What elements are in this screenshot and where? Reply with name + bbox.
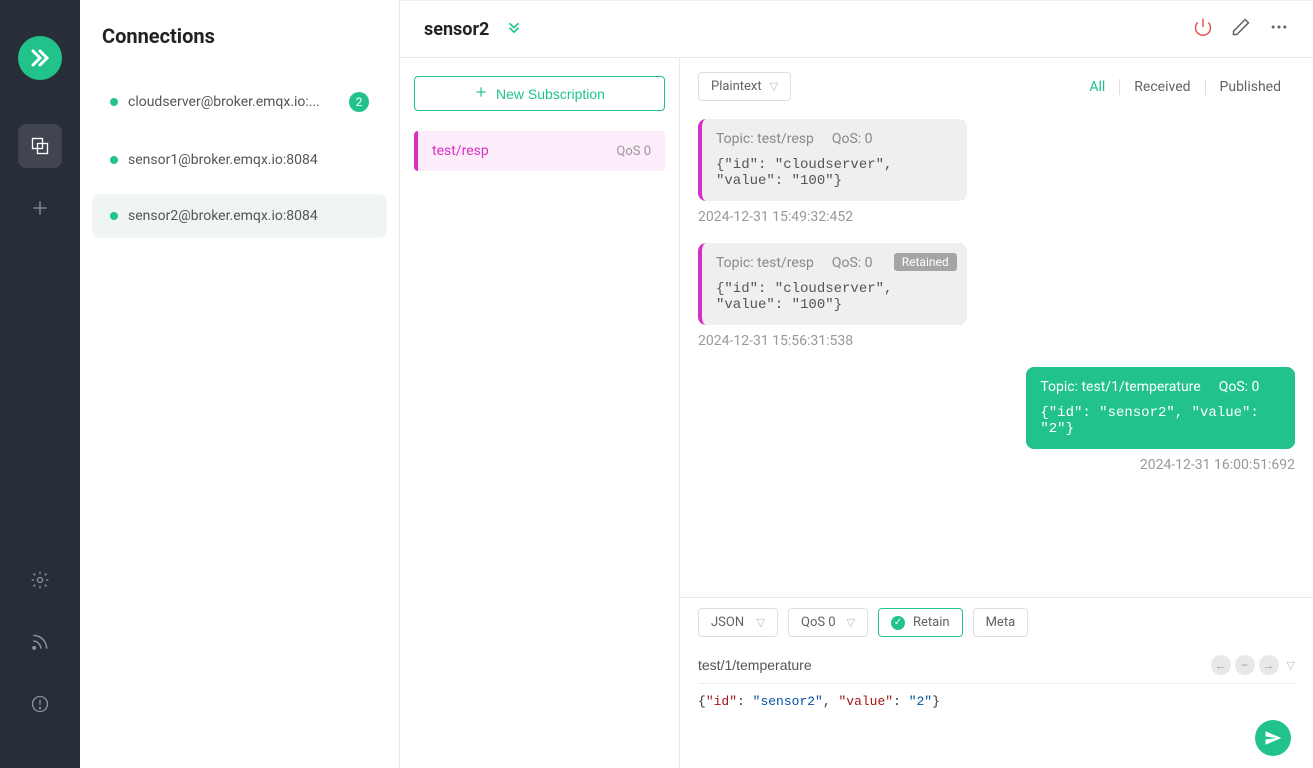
status-dot-icon — [110, 98, 118, 106]
app-logo — [18, 36, 62, 80]
message-payload: {"id": "cloudserver", "value": "100"} — [716, 281, 953, 313]
expand-down-icon[interactable] — [505, 18, 523, 40]
connections-title: Connections — [80, 24, 399, 72]
send-button[interactable] — [1255, 720, 1291, 756]
messages-area: Plaintext ▽ All Received Published Topic… — [680, 58, 1313, 768]
message-list[interactable]: Topic: test/resp QoS: 0 {"id": "cloudserve… — [680, 115, 1313, 597]
message-qos: QoS: 0 — [832, 255, 873, 271]
message-topic: Topic: test/resp — [716, 255, 814, 271]
nav-info-icon[interactable] — [18, 682, 62, 726]
message-payload: {"id": "cloudserver", "value": "100"} — [716, 157, 953, 189]
publish-format-label: JSON — [711, 615, 744, 630]
connection-item[interactable]: sensor1@broker.emqx.io:8084 — [92, 138, 387, 182]
retained-badge: Retained — [894, 253, 957, 271]
retain-label: Retain — [913, 615, 950, 630]
connection-name: sensor2@broker.emqx.io:8084 — [128, 208, 318, 224]
message-topic: Topic: test/resp — [716, 131, 814, 147]
message-qos: QoS: 0 — [832, 131, 873, 147]
message-timestamp: 2024-12-31 16:00:51:692 — [1026, 457, 1295, 473]
filter-tab-received[interactable]: Received — [1119, 79, 1204, 95]
nav-feed-icon[interactable] — [18, 620, 62, 664]
history-stop-icon[interactable]: – — [1235, 655, 1255, 675]
main-panel: sensor2 — [400, 0, 1313, 768]
message-timestamp: 2024-12-31 15:56:31:538 — [698, 333, 967, 349]
nav-connections-icon[interactable] — [18, 124, 62, 168]
chevron-down-icon[interactable]: ▽ — [1287, 659, 1295, 672]
nav-settings-icon[interactable] — [18, 558, 62, 602]
unread-badge: 2 — [349, 92, 369, 112]
message-payload: {"id": "sensor2", "value": "2"} — [1040, 405, 1281, 437]
message-bubble: Topic: test/resp QoS: 0 {"id": "cloudserve… — [698, 119, 967, 201]
message-bubble: Topic: test/1/temperature QoS: 0 {"id": "s… — [1026, 367, 1295, 449]
connection-item[interactable]: sensor2@broker.emqx.io:8084 — [92, 194, 387, 238]
message-item[interactable]: Topic: test/resp QoS: 0 {"id": "cloudserve… — [698, 119, 967, 225]
message-qos: QoS: 0 — [1219, 379, 1260, 395]
connections-sidebar: Connections cloudserver@broker.emqx.io:.… — [80, 0, 400, 768]
more-icon[interactable] — [1269, 17, 1289, 41]
status-dot-icon — [110, 156, 118, 164]
publish-qos-label: QoS 0 — [801, 615, 836, 630]
new-subscription-label: New Subscription — [496, 86, 605, 102]
message-item[interactable]: Topic: test/resp QoS: 0 Retained {"id": "cl… — [698, 243, 967, 349]
publish-panel: JSON ▽ QoS 0 ▽ ✓ Retain Meta — [680, 597, 1313, 768]
history-next-icon[interactable]: → — [1259, 655, 1279, 675]
connection-name: cloudserver@broker.emqx.io:... — [128, 94, 320, 110]
chevron-down-icon: ▽ — [847, 616, 855, 629]
publish-payload-editor[interactable]: {"id": "sensor2", "value": "2"} — [698, 690, 1295, 750]
new-subscription-button[interactable]: New Subscription — [414, 76, 665, 111]
filter-tab-published[interactable]: Published — [1205, 79, 1295, 95]
subscriptions-panel: New Subscription test/resp QoS 0 — [400, 58, 680, 768]
filter-tab-all[interactable]: All — [1075, 79, 1119, 95]
connection-item[interactable]: cloudserver@broker.emqx.io:... 2 — [92, 78, 387, 126]
check-icon: ✓ — [891, 616, 905, 630]
history-prev-icon[interactable]: ← — [1211, 655, 1231, 675]
message-topic: Topic: test/1/temperature — [1040, 379, 1200, 395]
payload-format-select[interactable]: Plaintext ▽ — [698, 72, 791, 101]
connection-name: sensor1@broker.emqx.io:8084 — [128, 152, 318, 168]
subscription-item[interactable]: test/resp QoS 0 — [414, 131, 665, 171]
chevron-down-icon: ▽ — [770, 80, 778, 93]
publish-qos-select[interactable]: QoS 0 ▽ — [788, 608, 868, 637]
publish-topic-input[interactable] — [698, 653, 1211, 677]
title-bar: sensor2 — [400, 1, 1313, 58]
message-filter-tabs: All Received Published — [1075, 79, 1295, 95]
message-timestamp: 2024-12-31 15:49:32:452 — [698, 209, 967, 225]
subscription-topic: test/resp — [432, 143, 489, 159]
connection-title: sensor2 — [424, 19, 489, 40]
disconnect-icon[interactable] — [1193, 17, 1213, 41]
meta-button[interactable]: Meta — [973, 608, 1029, 637]
publish-format-select[interactable]: JSON ▽ — [698, 608, 778, 637]
payload-format-label: Plaintext — [711, 79, 762, 94]
message-item[interactable]: Topic: test/1/temperature QoS: 0 {"id": "s… — [1026, 367, 1295, 473]
chevron-down-icon: ▽ — [757, 616, 765, 629]
retain-toggle[interactable]: ✓ Retain — [878, 608, 963, 637]
nav-rail — [0, 0, 80, 768]
message-bubble: Topic: test/resp QoS: 0 Retained {"id": "cl… — [698, 243, 967, 325]
plus-icon — [474, 85, 488, 102]
status-dot-icon — [110, 212, 118, 220]
nav-add-icon[interactable] — [18, 186, 62, 230]
edit-icon[interactable] — [1231, 17, 1251, 41]
subscription-qos: QoS 0 — [616, 144, 651, 159]
